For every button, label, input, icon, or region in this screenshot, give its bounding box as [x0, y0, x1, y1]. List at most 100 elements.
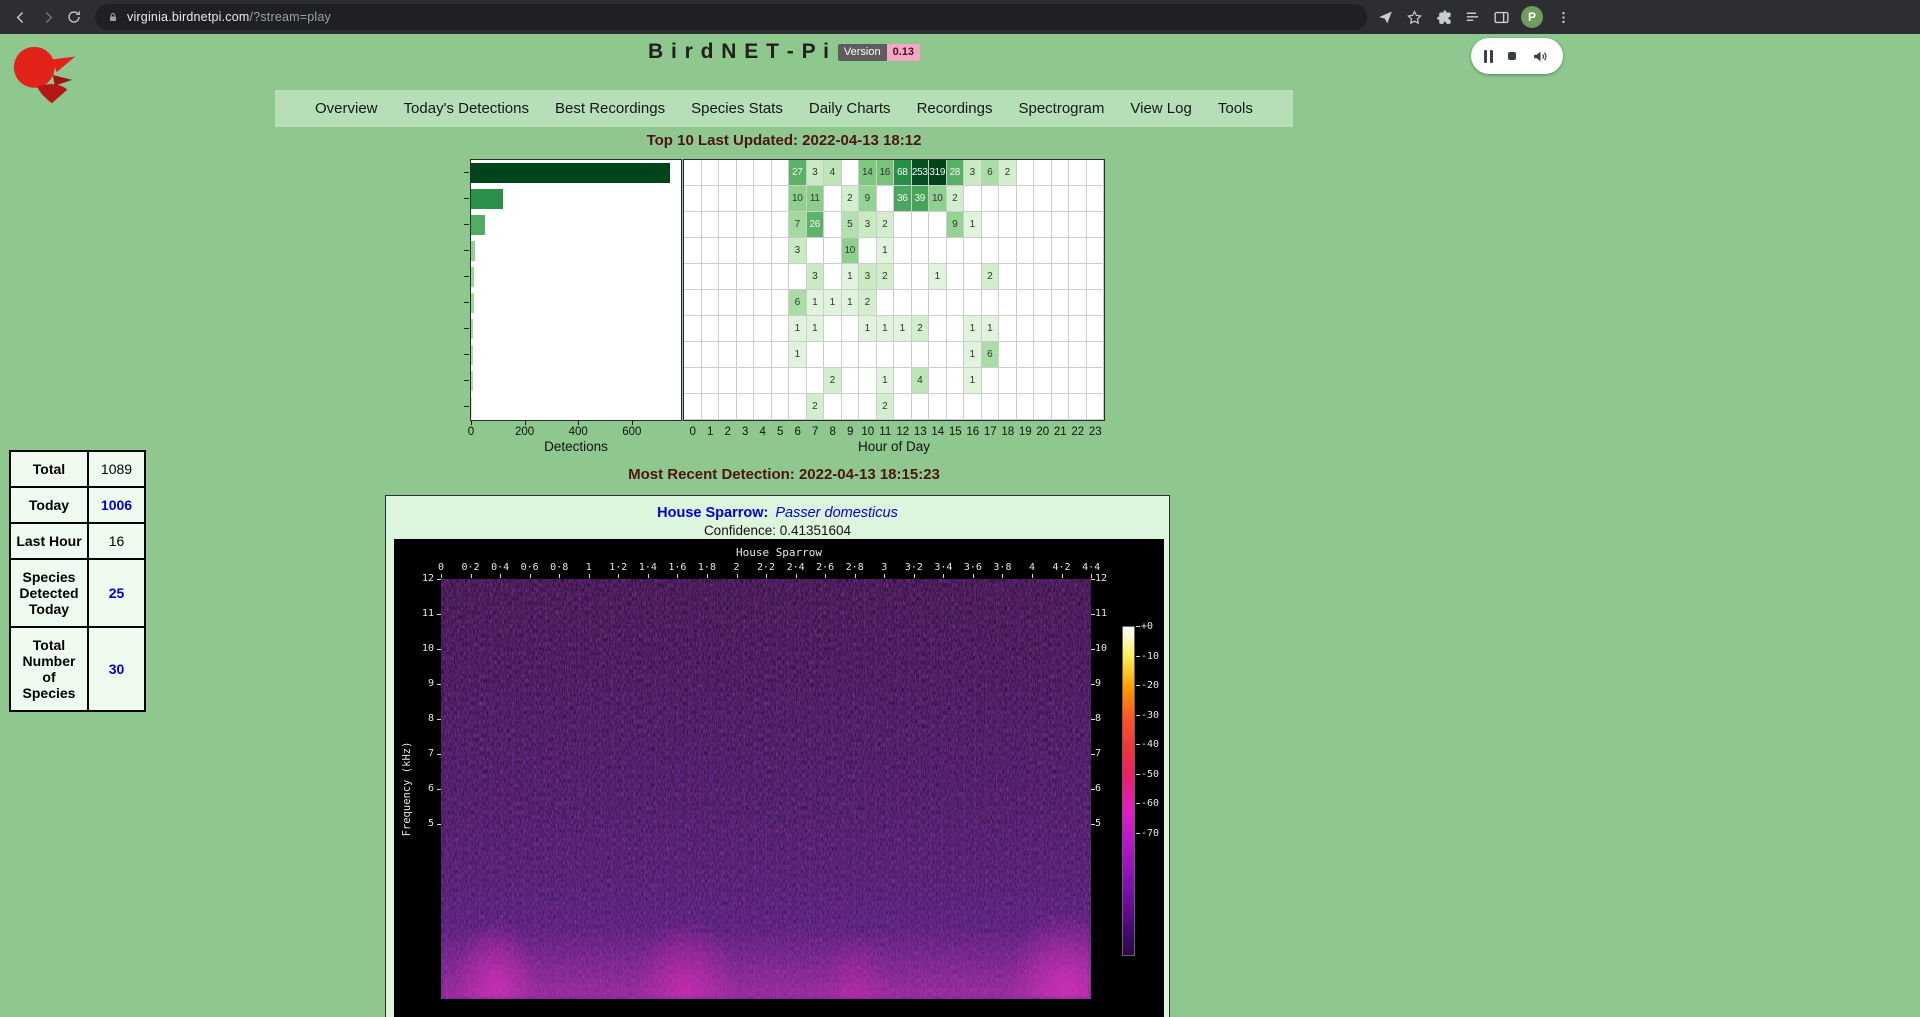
spectrogram-x-tickmark: [825, 574, 826, 578]
hour-tick-label: 13: [914, 426, 927, 438]
spectrogram-x-tick: 1·4: [639, 562, 657, 573]
heatmap-cell: [999, 342, 1017, 368]
heatmap-cell: [737, 212, 755, 238]
stats-label: Last Hour: [10, 523, 88, 559]
detections-bar: [471, 345, 473, 365]
spectrogram-x-tickmark: [1032, 574, 1033, 578]
menu-kebab-icon[interactable]: [1554, 8, 1572, 26]
spectrogram-y-tick-left: 8: [406, 713, 434, 724]
heatmap-cell: 2: [824, 368, 842, 394]
species-tick-mark: [464, 276, 469, 277]
heatmap-cell: [719, 368, 737, 394]
stats-value[interactable]: 1006: [88, 487, 145, 523]
spectrogram-x-tickmark: [618, 574, 619, 578]
heatmap-cell: [789, 264, 807, 290]
heatmap-cell: [1069, 160, 1087, 186]
heatmap-cell: [929, 394, 947, 420]
detections-bar: [471, 319, 473, 339]
heatmap-cell: [1052, 212, 1070, 238]
nav-item-overview[interactable]: Overview: [315, 100, 378, 117]
version-badge-label: Version: [838, 44, 887, 61]
spectrogram-y-tick-right: 5: [1095, 818, 1101, 829]
nav-item-daily-charts[interactable]: Daily Charts: [809, 100, 891, 117]
hour-tick-label: 9: [847, 426, 853, 438]
nav-item-view-log[interactable]: View Log: [1130, 100, 1191, 117]
profile-avatar[interactable]: P: [1521, 6, 1543, 28]
spectrogram-y-tick-right: 6: [1095, 783, 1101, 794]
heatmap-cell: 1: [877, 316, 895, 342]
heatmap-cell: [999, 368, 1017, 394]
forward-icon: [40, 9, 57, 26]
nav-item-best-recordings[interactable]: Best Recordings: [555, 100, 665, 117]
detections-bar: [471, 189, 503, 209]
heatmap-cell: [702, 316, 720, 342]
heatmap-cell: 68: [894, 160, 912, 186]
heatmap-cell: [1069, 290, 1087, 316]
spectrogram-y-tickmark: [1091, 754, 1095, 755]
heatmap-cell: [737, 264, 755, 290]
share-send-icon[interactable]: [1376, 8, 1394, 26]
heatmap-grid: 2734141668253319283621011293639102726532…: [683, 159, 1105, 421]
heatmap-cell: [1052, 238, 1070, 264]
heatmap-cell: [1069, 316, 1087, 342]
heatmap-cell: [999, 290, 1017, 316]
back-button[interactable]: [8, 5, 32, 29]
heatmap-cell: [772, 212, 790, 238]
heatmap-cell: [947, 394, 965, 420]
nav-item-tools[interactable]: Tools: [1218, 100, 1253, 117]
heatmap-cell: [929, 368, 947, 394]
spectrogram-x-tick: 1·6: [668, 562, 686, 573]
heatmap-cell: [754, 316, 772, 342]
heatmap-cell: 1: [824, 290, 842, 316]
address-bar[interactable]: virginia.birdnetpi.com/?stream=play: [95, 4, 1367, 30]
heatmap-cell: [702, 238, 720, 264]
heatmap-cell: [964, 264, 982, 290]
heatmap-cell: 5: [842, 212, 860, 238]
heatmap-cell: [1087, 368, 1105, 394]
nav-item-spectrogram[interactable]: Spectrogram: [1018, 100, 1104, 117]
heatmap-cell: 2: [842, 186, 860, 212]
bookmark-star-icon[interactable]: [1405, 8, 1423, 26]
nav-item-recordings[interactable]: Recordings: [917, 100, 993, 117]
nav-item-today-s-detections[interactable]: Today's Detections: [404, 100, 529, 117]
heatmap-cell: [754, 160, 772, 186]
heatmap-cell: [824, 186, 842, 212]
spectrogram-x-tickmark: [766, 574, 767, 578]
heatmap-cell: [1087, 394, 1105, 420]
stats-value[interactable]: 25: [88, 559, 145, 627]
stats-value[interactable]: 30: [88, 627, 145, 711]
heatmap-cell: 2: [877, 394, 895, 420]
spectrogram-x-tick: 3·2: [905, 562, 923, 573]
player-menu-icon[interactable]: [1508, 52, 1516, 60]
detection-common-name[interactable]: House Sparrow:: [657, 505, 768, 521]
nav-item-species-stats[interactable]: Species Stats: [691, 100, 783, 117]
audio-player: [1471, 38, 1563, 74]
species-tick-mark: [464, 328, 469, 329]
extensions-icon[interactable]: [1434, 8, 1452, 26]
heatmap-cell: [807, 342, 825, 368]
reading-list-icon[interactable]: [1463, 8, 1481, 26]
spectrogram-y-tickmark: [437, 684, 441, 685]
heatmap-cell: [929, 342, 947, 368]
heatmap-cell: [1087, 186, 1105, 212]
back-icon: [12, 9, 29, 26]
heatmap-cell: 36: [894, 186, 912, 212]
spectrogram-x-tick: 3·8: [993, 562, 1011, 573]
spectrogram-y-tickmark: [437, 789, 441, 790]
forward-button[interactable]: [36, 5, 60, 29]
reload-button[interactable]: [62, 5, 86, 29]
volume-icon[interactable]: [1531, 48, 1550, 65]
colorbar-tickmark: [1136, 833, 1140, 834]
hour-tick-label: 2: [725, 426, 731, 438]
spectrogram-x-tickmark: [677, 574, 678, 578]
stats-table: Total1089Today1006Last Hour16Species Det…: [9, 450, 146, 712]
spectrogram-x-tickmark: [1091, 574, 1092, 578]
side-panel-icon[interactable]: [1492, 8, 1510, 26]
heatmap-cell: [702, 186, 720, 212]
colorbar-tickmark: [1136, 715, 1140, 716]
heatmap-cell: 253: [912, 160, 930, 186]
hour-tick-label: 1: [707, 426, 713, 438]
spectrogram-x-tick: 3·6: [964, 562, 982, 573]
colorbar-tick-label: -60: [1141, 798, 1159, 809]
pause-button[interactable]: [1484, 50, 1493, 63]
